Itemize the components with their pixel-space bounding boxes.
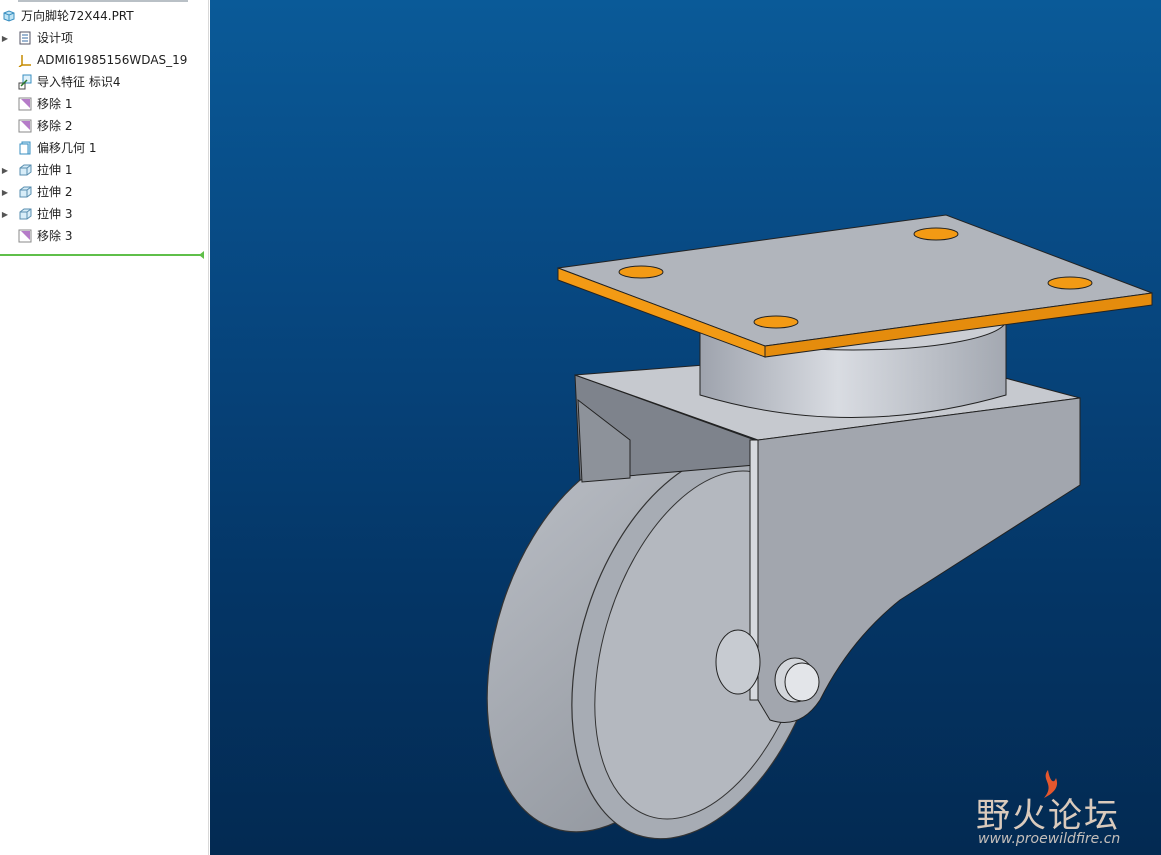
expand-arrow-icon[interactable]: ▶: [0, 181, 10, 203]
tree-item-label: 拉伸 2: [37, 185, 73, 199]
tree-item-label: 拉伸 3: [37, 207, 73, 221]
caster-wheel-model: [486, 214, 1153, 840]
graphics-viewport[interactable]: [210, 0, 1161, 855]
tree-item-offset-geometry[interactable]: 偏移几何 1: [0, 137, 208, 159]
tree-item-extrude-2[interactable]: ▶ 拉伸 2: [0, 181, 208, 203]
remove-surface-icon: [16, 227, 34, 245]
tree-item-label: 偏移几何 1: [37, 141, 97, 155]
extrude-icon: [16, 161, 34, 179]
tree-item-extrude-1[interactable]: ▶ 拉伸 1: [0, 159, 208, 181]
expand-arrow-icon[interactable]: ▶: [0, 203, 10, 225]
expand-arrow-icon[interactable]: ▶: [0, 159, 10, 181]
tree-scroll-indicator: [18, 0, 188, 2]
tree-root[interactable]: 万向脚轮72X44.PRT: [0, 5, 208, 27]
expand-arrow-icon[interactable]: ▶: [0, 27, 10, 49]
design-items-icon: [16, 29, 34, 47]
extrude-icon: [16, 205, 34, 223]
coordinate-system-icon: [16, 51, 34, 69]
insert-here-indicator[interactable]: [0, 254, 202, 256]
import-feature-icon: [16, 73, 34, 91]
mounting-plate: [557, 214, 1153, 358]
tree-item-label: 移除 2: [37, 119, 73, 133]
tree-item-remove-1[interactable]: 移除 1: [0, 93, 208, 115]
offset-geometry-icon: [16, 139, 34, 157]
tree-item-label: 拉伸 1: [37, 163, 73, 177]
model-tree-panel: 万向脚轮72X44.PRT ▶ 设计项 ADMI61985156WDAS_19: [0, 0, 209, 855]
tree-item-label: 移除 3: [37, 229, 73, 243]
tree-item-remove-2[interactable]: 移除 2: [0, 115, 208, 137]
tree-item-import-feature[interactable]: 导入特征 标识4: [0, 71, 208, 93]
insert-arrow-icon[interactable]: [199, 251, 204, 259]
tree-item-label: 导入特征 标识4: [37, 75, 121, 89]
tree-item-coordinate-system[interactable]: ADMI61985156WDAS_19: [0, 49, 208, 71]
tree-root-label: 万向脚轮72X44.PRT: [21, 9, 134, 23]
tree-item-label: ADMI61985156WDAS_19: [37, 53, 188, 67]
tree-item-extrude-3[interactable]: ▶ 拉伸 3: [0, 203, 208, 225]
tree-item-design-items[interactable]: ▶ 设计项: [0, 27, 208, 49]
watermark-url: www.proewildfire.cn: [978, 831, 1121, 847]
remove-surface-icon: [16, 117, 34, 135]
part-icon: [0, 7, 18, 25]
tree-item-label: 移除 1: [37, 97, 73, 111]
remove-surface-icon: [16, 95, 34, 113]
extrude-icon: [16, 183, 34, 201]
tree-item-remove-3[interactable]: 移除 3: [0, 225, 208, 247]
watermark-title: 野火论坛: [976, 796, 1120, 836]
tree-item-label: 设计项: [37, 31, 74, 45]
